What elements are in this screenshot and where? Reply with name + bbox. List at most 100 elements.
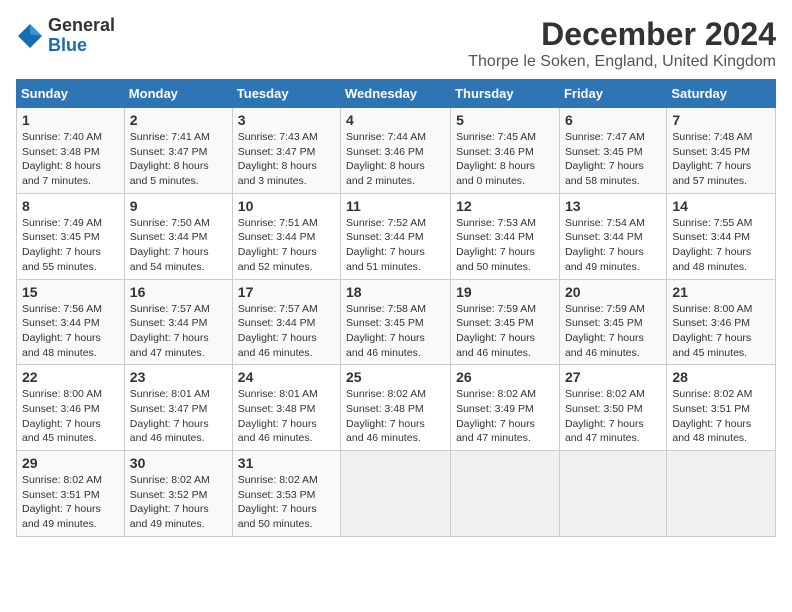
header-thursday: Thursday [451, 80, 560, 108]
calendar-cell: 7 Sunrise: 7:48 AMSunset: 3:45 PMDaylight… [667, 108, 776, 194]
cell-text: Sunrise: 7:50 AMSunset: 3:44 PMDaylight:… [130, 217, 210, 273]
calendar-cell: 14 Sunrise: 7:55 AMSunset: 3:44 PMDayligh… [667, 193, 776, 279]
day-number: 16 [130, 284, 227, 300]
calendar-title: December 2024 [468, 16, 776, 53]
calendar-cell: 21 Sunrise: 8:00 AMSunset: 3:46 PMDayligh… [667, 279, 776, 365]
day-number: 10 [238, 198, 335, 214]
day-number: 29 [22, 455, 119, 471]
calendar-cell: 31 Sunrise: 8:02 AMSunset: 3:53 PMDayligh… [232, 451, 340, 537]
calendar-subtitle: Thorpe le Soken, England, United Kingdom [468, 53, 776, 71]
day-number: 1 [22, 112, 119, 128]
day-number: 13 [565, 198, 661, 214]
cell-text: Sunrise: 8:02 AMSunset: 3:53 PMDaylight:… [238, 474, 318, 530]
calendar-cell: 3 Sunrise: 7:43 AMSunset: 3:47 PMDaylight… [232, 108, 340, 194]
day-number: 17 [238, 284, 335, 300]
page-header: General Blue December 2024 Thorpe le Sok… [16, 16, 776, 71]
calendar-cell: 30Sunrise: 8:02 AMSunset: 3:52 PMDayligh… [124, 451, 232, 537]
day-number: 22 [22, 369, 119, 385]
day-number: 30 [130, 455, 227, 471]
cell-text: Sunrise: 7:52 AMSunset: 3:44 PMDaylight:… [346, 217, 426, 273]
day-number: 21 [672, 284, 770, 300]
calendar-week-4: 22 Sunrise: 8:00 AMSunset: 3:46 PMDayligh… [17, 365, 776, 451]
cell-text: Sunrise: 7:54 AMSunset: 3:44 PMDaylight:… [565, 217, 645, 273]
calendar-week-2: 8 Sunrise: 7:49 AMSunset: 3:45 PMDaylight… [17, 193, 776, 279]
calendar-cell [451, 451, 560, 537]
day-number: 14 [672, 198, 770, 214]
cell-text: Sunrise: 7:59 AMSunset: 3:45 PMDaylight:… [565, 303, 645, 359]
calendar-cell: 6Sunrise: 7:47 AMSunset: 3:45 PMDaylight… [559, 108, 666, 194]
cell-text: Sunrise: 7:51 AMSunset: 3:44 PMDaylight:… [238, 217, 318, 273]
day-number: 26 [456, 369, 554, 385]
cell-text: Sunrise: 7:58 AMSunset: 3:45 PMDaylight:… [346, 303, 426, 359]
calendar-cell [667, 451, 776, 537]
calendar-header-row: SundayMondayTuesdayWednesdayThursdayFrid… [17, 80, 776, 108]
calendar-week-5: 29Sunrise: 8:02 AMSunset: 3:51 PMDayligh… [17, 451, 776, 537]
calendar-cell: 2Sunrise: 7:41 AMSunset: 3:47 PMDaylight… [124, 108, 232, 194]
day-number: 19 [456, 284, 554, 300]
logo: General Blue [16, 16, 115, 56]
day-number: 8 [22, 198, 119, 214]
calendar-cell: 26Sunrise: 8:02 AMSunset: 3:49 PMDayligh… [451, 365, 560, 451]
cell-text: Sunrise: 8:00 AMSunset: 3:46 PMDaylight:… [672, 303, 752, 359]
calendar-cell: 25 Sunrise: 8:02 AMSunset: 3:48 PMDayligh… [341, 365, 451, 451]
day-number: 3 [238, 112, 335, 128]
cell-text: Sunrise: 7:40 AMSunset: 3:48 PMDaylight:… [22, 131, 102, 187]
logo-general: General [48, 16, 115, 36]
cell-text: Sunrise: 7:49 AMSunset: 3:45 PMDaylight:… [22, 217, 102, 273]
cell-text: Sunrise: 8:02 AMSunset: 3:51 PMDaylight:… [672, 388, 752, 444]
cell-text: Sunrise: 7:44 AMSunset: 3:46 PMDaylight:… [346, 131, 426, 187]
header-sunday: Sunday [17, 80, 125, 108]
day-number: 28 [672, 369, 770, 385]
header-wednesday: Wednesday [341, 80, 451, 108]
cell-text: Sunrise: 8:00 AMSunset: 3:46 PMDaylight:… [22, 388, 102, 444]
day-number: 12 [456, 198, 554, 214]
day-number: 2 [130, 112, 227, 128]
calendar-cell: 8 Sunrise: 7:49 AMSunset: 3:45 PMDaylight… [17, 193, 125, 279]
calendar-week-1: 1 Sunrise: 7:40 AMSunset: 3:48 PMDaylight… [17, 108, 776, 194]
calendar-table: SundayMondayTuesdayWednesdayThursdayFrid… [16, 79, 776, 537]
day-number: 18 [346, 284, 445, 300]
calendar-cell: 15 Sunrise: 7:56 AMSunset: 3:44 PMDayligh… [17, 279, 125, 365]
cell-text: Sunrise: 7:48 AMSunset: 3:45 PMDaylight:… [672, 131, 752, 187]
calendar-cell: 4 Sunrise: 7:44 AMSunset: 3:46 PMDaylight… [341, 108, 451, 194]
calendar-cell: 10 Sunrise: 7:51 AMSunset: 3:44 PMDayligh… [232, 193, 340, 279]
calendar-cell: 11 Sunrise: 7:52 AMSunset: 3:44 PMDayligh… [341, 193, 451, 279]
calendar-cell: 9Sunrise: 7:50 AMSunset: 3:44 PMDaylight… [124, 193, 232, 279]
calendar-cell: 16 Sunrise: 7:57 AMSunset: 3:44 PMDayligh… [124, 279, 232, 365]
calendar-cell: 23Sunrise: 8:01 AMSunset: 3:47 PMDayligh… [124, 365, 232, 451]
day-number: 24 [238, 369, 335, 385]
cell-text: Sunrise: 7:43 AMSunset: 3:47 PMDaylight:… [238, 131, 318, 187]
day-number: 15 [22, 284, 119, 300]
calendar-cell: 17 Sunrise: 7:57 AMSunset: 3:44 PMDayligh… [232, 279, 340, 365]
day-number: 25 [346, 369, 445, 385]
cell-text: Sunrise: 7:45 AMSunset: 3:46 PMDaylight:… [456, 131, 536, 187]
day-number: 23 [130, 369, 227, 385]
cell-text: Sunrise: 7:59 AMSunset: 3:45 PMDaylight:… [456, 303, 536, 359]
cell-text: Sunrise: 7:56 AMSunset: 3:44 PMDaylight:… [22, 303, 102, 359]
calendar-cell: 24 Sunrise: 8:01 AMSunset: 3:48 PMDayligh… [232, 365, 340, 451]
calendar-cell: 27Sunrise: 8:02 AMSunset: 3:50 PMDayligh… [559, 365, 666, 451]
logo-icon [16, 22, 44, 50]
header-monday: Monday [124, 80, 232, 108]
cell-text: Sunrise: 8:02 AMSunset: 3:48 PMDaylight:… [346, 388, 426, 444]
cell-text: Sunrise: 7:57 AMSunset: 3:44 PMDaylight:… [130, 303, 210, 359]
calendar-cell [559, 451, 666, 537]
calendar-cell: 18 Sunrise: 7:58 AMSunset: 3:45 PMDayligh… [341, 279, 451, 365]
cell-text: Sunrise: 8:02 AMSunset: 3:50 PMDaylight:… [565, 388, 645, 444]
title-section: December 2024 Thorpe le Soken, England, … [468, 16, 776, 71]
cell-text: Sunrise: 8:01 AMSunset: 3:48 PMDaylight:… [238, 388, 318, 444]
cell-text: Sunrise: 7:57 AMSunset: 3:44 PMDaylight:… [238, 303, 318, 359]
calendar-cell: 13 Sunrise: 7:54 AMSunset: 3:44 PMDayligh… [559, 193, 666, 279]
calendar-cell [341, 451, 451, 537]
cell-text: Sunrise: 7:55 AMSunset: 3:44 PMDaylight:… [672, 217, 752, 273]
day-number: 7 [672, 112, 770, 128]
day-number: 31 [238, 455, 335, 471]
calendar-cell: 19 Sunrise: 7:59 AMSunset: 3:45 PMDayligh… [451, 279, 560, 365]
day-number: 20 [565, 284, 661, 300]
day-number: 4 [346, 112, 445, 128]
calendar-cell: 5Sunrise: 7:45 AMSunset: 3:46 PMDaylight… [451, 108, 560, 194]
logo-blue: Blue [48, 36, 115, 56]
logo-text: General Blue [48, 16, 115, 56]
day-number: 11 [346, 198, 445, 214]
calendar-cell: 29Sunrise: 8:02 AMSunset: 3:51 PMDayligh… [17, 451, 125, 537]
